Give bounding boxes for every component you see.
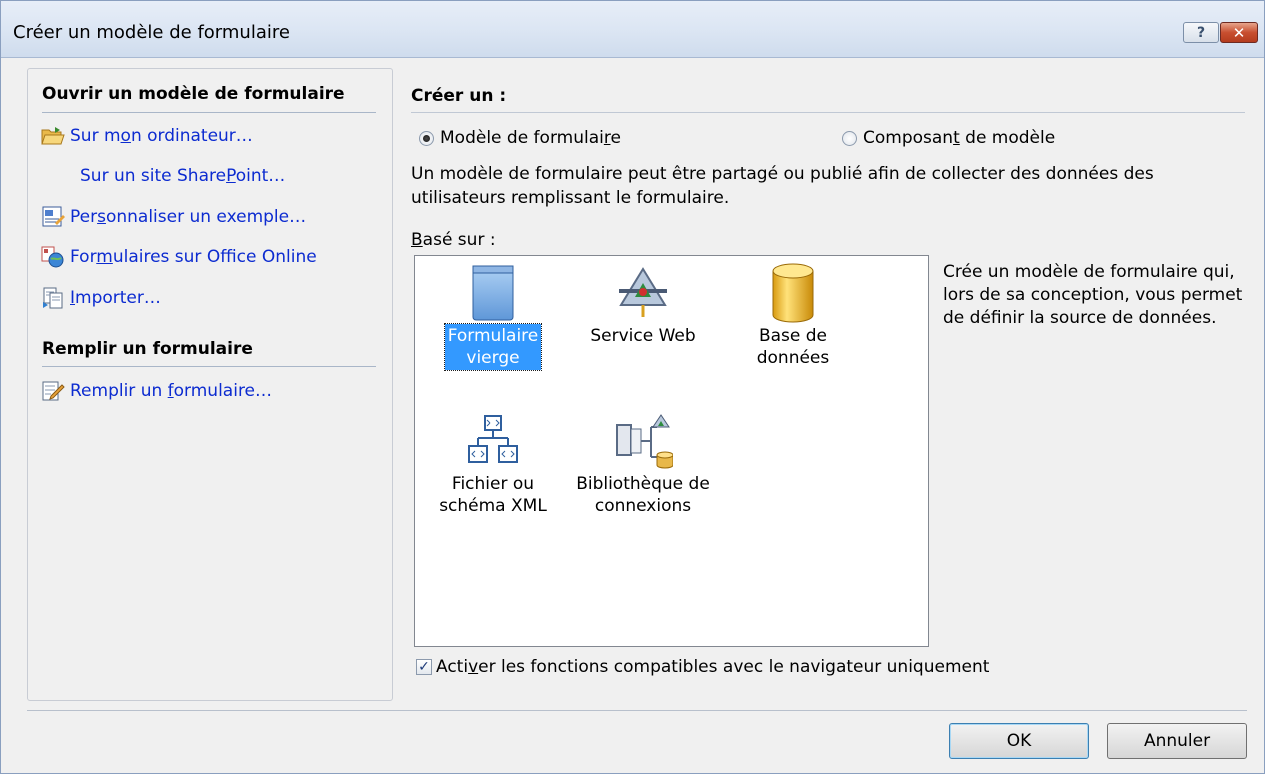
open-from-computer-link[interactable]: Sur mon ordinateur… — [40, 124, 253, 148]
import-link[interactable]: Importer… — [40, 286, 161, 310]
office-online-forms-link[interactable]: Formulaires sur Office Online — [40, 245, 317, 269]
web-service-icon — [573, 262, 713, 324]
form-template-radio-label: Modèle de formulaire — [440, 128, 621, 148]
form-template-radio[interactable]: Modèle de formulaire — [419, 128, 621, 148]
browser-compatible-label: Activer les fonctions compatibles avec l… — [436, 657, 990, 677]
connection-library-icon — [573, 410, 713, 472]
tile-xml-schema[interactable]: Fichier ou schéma XML — [423, 410, 563, 518]
tile-blank-form-label: Formulaire vierge — [443, 323, 543, 371]
help-button[interactable]: ? — [1183, 22, 1219, 43]
office-online-icon — [40, 246, 66, 268]
create-heading: Créer un : — [411, 86, 507, 106]
cancel-button[interactable]: Annuler — [1107, 723, 1247, 759]
tile-database-label: Base de données — [756, 326, 830, 368]
radio-selected-indicator[interactable] — [419, 130, 434, 146]
tile-web-service-label: Service Web — [590, 326, 696, 346]
open-from-sharepoint-link[interactable]: Sur un site SharePoint… — [40, 164, 285, 188]
radio-unselected-indicator[interactable] — [842, 130, 857, 146]
based-on-label: Basé sur : — [411, 230, 496, 250]
section-divider — [42, 112, 376, 113]
tile-connection-library-label: Bibliothèque de connexions — [576, 474, 710, 516]
xml-schema-icon — [423, 410, 563, 472]
open-template-heading: Ouvrir un modèle de formulaire — [42, 84, 345, 104]
checkbox-checked-indicator[interactable]: ✓ — [416, 659, 432, 675]
ok-button[interactable]: OK — [949, 723, 1089, 759]
template-part-radio-label: Composant de modèle — [863, 128, 1056, 148]
left-task-pane: Ouvrir un modèle de formulaire Sur mon o… — [27, 68, 393, 701]
create-form-template-dialog: Créer un modèle de formulaire ? ✕ Ouvrir… — [0, 0, 1265, 774]
tile-blank-form[interactable]: Formulaire vierge — [423, 262, 563, 371]
fill-form-heading: Remplir un formulaire — [42, 339, 253, 359]
fill-form-link[interactable]: Remplir un formulaire… — [40, 379, 272, 403]
based-on-listbox[interactable]: Formulaire vierge Service Web Base de donn… — [414, 255, 929, 647]
blank-form-icon — [423, 262, 563, 324]
open-folder-icon — [40, 125, 66, 147]
tile-database[interactable]: Base de données — [723, 262, 863, 370]
fill-form-icon — [40, 380, 66, 402]
tile-xml-schema-label: Fichier ou schéma XML — [439, 474, 547, 516]
customize-sample-link[interactable]: Personnaliser un exemple… — [40, 205, 306, 229]
selected-template-description: Crée un modèle de formulaire qui, lors d… — [943, 262, 1243, 328]
template-description: Un modèle de formulaire peut être partag… — [411, 164, 1154, 208]
sample-form-icon — [40, 206, 66, 228]
section-divider — [42, 366, 376, 367]
database-icon — [723, 262, 863, 324]
tile-web-service[interactable]: Service Web — [573, 262, 713, 348]
create-divider — [411, 112, 1245, 113]
tile-connection-library[interactable]: Bibliothèque de connexions — [573, 410, 713, 518]
title-bar: Créer un modèle de formulaire ? ✕ — [1, 1, 1264, 58]
browser-compatible-checkbox[interactable]: ✓ Activer les fonctions compatibles avec… — [416, 657, 989, 677]
footer-divider — [27, 710, 1247, 711]
close-button[interactable]: ✕ — [1220, 22, 1258, 43]
import-icon — [40, 287, 66, 309]
template-part-radio[interactable]: Composant de modèle — [842, 128, 1055, 148]
window-title: Créer un modèle de formulaire — [13, 22, 290, 43]
